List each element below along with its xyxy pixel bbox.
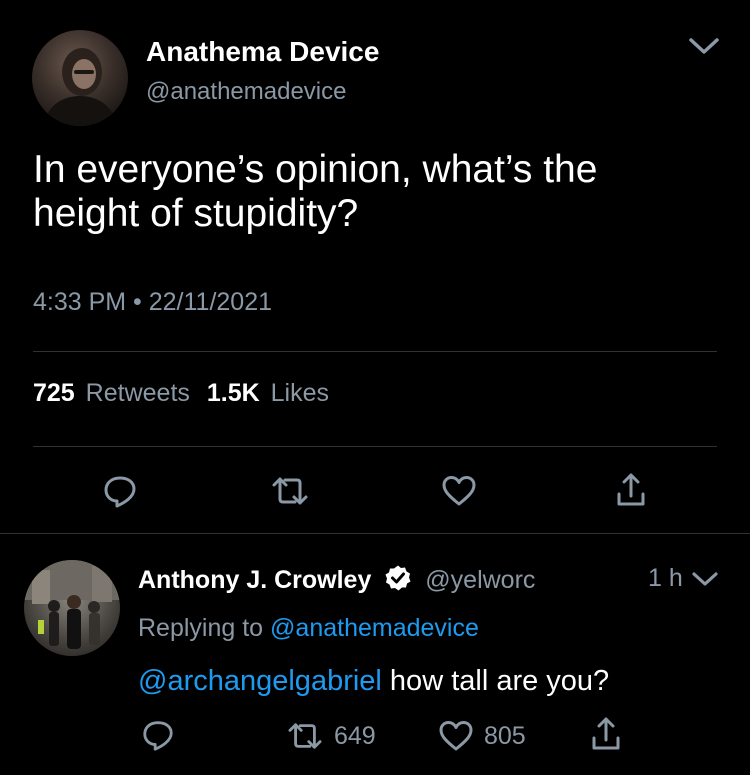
retweet-icon[interactable] <box>271 474 309 508</box>
reply-author-name[interactable]: Anthony J. Crowley <box>138 566 371 594</box>
retweet-icon[interactable] <box>286 720 324 752</box>
share-icon[interactable] <box>616 472 646 508</box>
tweet-stats: 725 Retweets 1.5K Likes <box>33 379 329 408</box>
retweet-count[interactable]: 725 <box>33 379 75 407</box>
author-avatar[interactable] <box>32 30 128 126</box>
author-avatar-image <box>46 48 114 126</box>
divider <box>0 533 750 534</box>
reply-author-avatar[interactable] <box>24 560 120 656</box>
divider <box>33 446 717 447</box>
author-handle[interactable]: @anathemadevice <box>146 78 346 106</box>
reply-time[interactable]: 1 h <box>648 564 683 593</box>
reply-avatar-image <box>24 560 120 649</box>
like-icon[interactable] <box>438 720 474 752</box>
author-name[interactable]: Anathema Device <box>146 36 379 68</box>
tweet-timestamp[interactable]: 4:33 PM • 22/11/2021 <box>33 288 272 317</box>
tweet-text-line: In everyone’s opinion, what’s the <box>33 148 598 191</box>
replying-to-handle[interactable]: @anathemadevice <box>270 614 479 642</box>
chevron-down-icon[interactable] <box>688 36 720 56</box>
divider <box>33 351 717 352</box>
reply-header: Anthony J. Crowley @yelworc <box>138 564 535 599</box>
like-count[interactable]: 1.5K <box>207 379 260 407</box>
like-icon[interactable] <box>441 475 477 507</box>
like-label[interactable]: Likes <box>271 379 329 407</box>
reply-retweet-count[interactable]: 649 <box>334 722 376 751</box>
retweet-label[interactable]: Retweets <box>86 379 190 407</box>
reply-text: @archangelgabriel how tall are you? <box>138 665 609 698</box>
verified-badge-icon <box>384 564 412 599</box>
reply-icon[interactable] <box>102 473 138 509</box>
replying-to: Replying to @anathemadevice <box>138 614 479 643</box>
tweet-text: In everyone’s opinion, what’s the height… <box>33 148 597 236</box>
reply-icon[interactable] <box>141 718 175 752</box>
reply-author-handle[interactable]: @yelworc <box>425 566 535 594</box>
replying-to-label: Replying to <box>138 614 264 642</box>
chevron-down-icon[interactable] <box>691 570 719 588</box>
reply-like-count[interactable]: 805 <box>484 722 526 751</box>
share-icon[interactable] <box>591 716 621 752</box>
reply-mention[interactable]: @archangelgabriel <box>138 665 382 697</box>
tweet-text-line: height of stupidity? <box>33 192 359 235</box>
reply-body: how tall are you? <box>381 665 610 697</box>
